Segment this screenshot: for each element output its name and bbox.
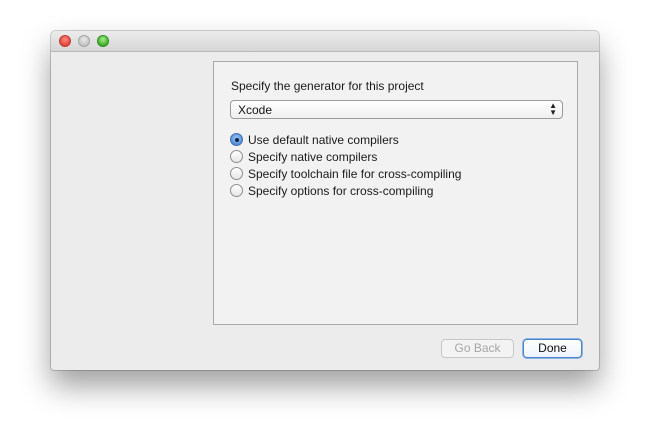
radio-label: Specify native compilers	[248, 149, 378, 164]
minimize-window-button[interactable]	[78, 35, 90, 47]
zoom-window-button[interactable]	[97, 35, 109, 47]
radio-option-default-compilers[interactable]: Use default native compilers	[230, 131, 461, 148]
up-down-arrows-icon: ▲ ▼	[549, 101, 557, 117]
radio-label: Specify toolchain file for cross-compili…	[248, 166, 462, 181]
done-button[interactable]: Done	[523, 339, 582, 358]
radio-option-native-compilers[interactable]: Specify native compilers	[230, 148, 461, 165]
radio-button[interactable]	[230, 150, 243, 163]
radio-button[interactable]	[230, 167, 243, 180]
compiler-radio-group: Use default native compilers Specify nat…	[230, 131, 461, 199]
generator-options-panel: Specify the generator for this project X…	[213, 61, 578, 325]
go-back-button[interactable]: Go Back	[441, 339, 514, 358]
title-bar	[51, 31, 599, 52]
radio-button-checked[interactable]	[230, 133, 243, 146]
generator-prompt: Specify the generator for this project	[231, 79, 424, 93]
radio-label: Specify options for cross-compiling	[248, 183, 434, 198]
cmake-generator-dialog: Specify the generator for this project X…	[51, 31, 599, 370]
radio-dot-icon	[234, 137, 239, 142]
generator-select[interactable]: Xcode ▲ ▼	[230, 100, 563, 119]
radio-button[interactable]	[230, 184, 243, 197]
generator-select-value: Xcode	[238, 103, 273, 117]
radio-option-toolchain-file[interactable]: Specify toolchain file for cross-compili…	[230, 165, 461, 182]
close-window-button[interactable]	[59, 35, 71, 47]
radio-label: Use default native compilers	[248, 132, 399, 147]
radio-option-cross-compiling[interactable]: Specify options for cross-compiling	[230, 182, 461, 199]
